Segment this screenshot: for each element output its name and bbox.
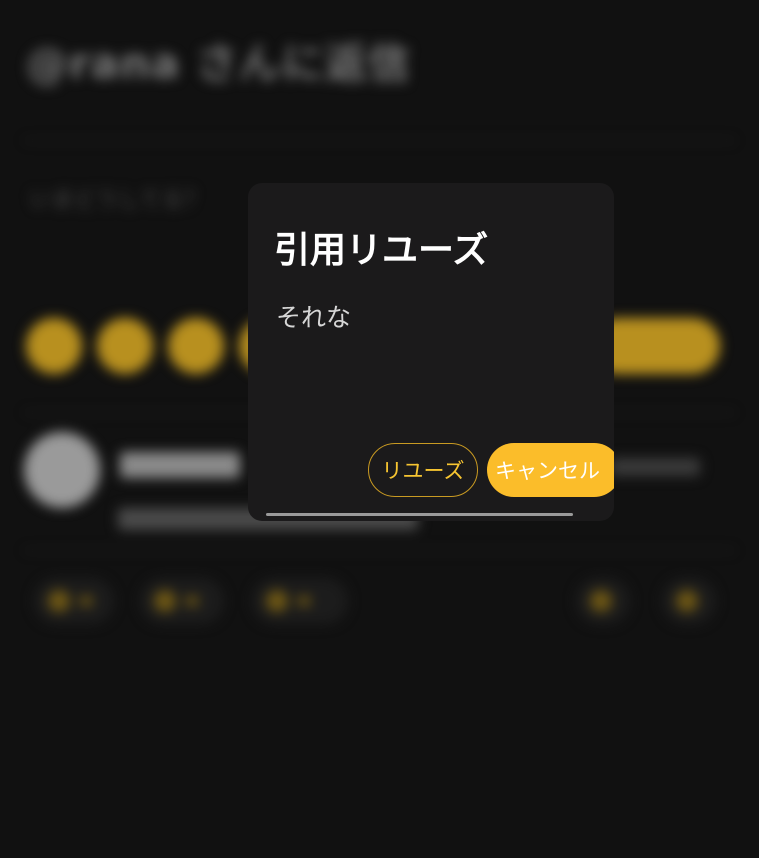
like-icon	[266, 590, 288, 612]
quote-repost-dialog: 引用リユーズ それな リユーズ キャンセル	[248, 183, 614, 521]
toolbar-icon	[26, 318, 82, 374]
reply-heading: @rana さんに返信	[26, 39, 411, 88]
user-name	[120, 452, 240, 478]
page: @rana さんに返信 いまどうしてる？ 引用リユーズ それな リユーズ キャン…	[0, 0, 759, 858]
horizontal-scrollbar[interactable]	[266, 513, 573, 516]
more-icon	[676, 590, 698, 612]
post-meta	[610, 458, 700, 476]
cancel-button[interactable]: キャンセル	[487, 443, 614, 497]
bookmark-action	[576, 578, 630, 624]
repost-icon	[154, 590, 176, 612]
reply-action	[34, 578, 114, 624]
avatar	[24, 432, 100, 508]
bookmark-icon	[590, 590, 612, 612]
compose-placeholder: いまどうしてる？	[30, 188, 206, 213]
dialog-title: 引用リユーズ	[274, 230, 489, 271]
divider	[24, 550, 735, 551]
repost-action	[140, 578, 224, 624]
toolbar-icon	[168, 318, 224, 374]
reply-icon	[48, 590, 70, 612]
divider	[24, 140, 735, 141]
repost-button[interactable]: リユーズ	[368, 443, 478, 497]
like-action	[252, 578, 348, 624]
quote-text: それな	[276, 303, 352, 332]
more-action	[662, 578, 716, 624]
toolbar-icon	[97, 318, 153, 374]
